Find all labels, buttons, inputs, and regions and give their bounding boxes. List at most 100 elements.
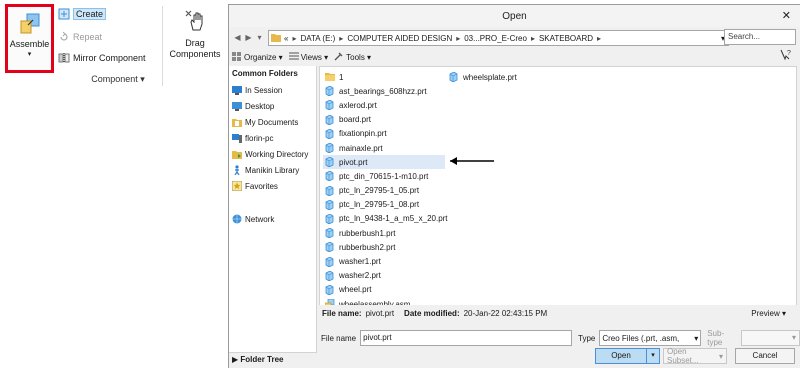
folder-tree-toggle[interactable]: ▶ Folder Tree xyxy=(229,352,317,366)
tools-label: Tools ▾ xyxy=(346,52,372,62)
file-name: rubberbush2.prt xyxy=(339,242,396,252)
file-name-label: File name xyxy=(321,333,357,343)
subtype-select[interactable]: ▾ xyxy=(741,330,800,346)
breadcrumb-overflow[interactable]: « xyxy=(284,34,288,43)
file-list-item[interactable]: pivot.prt xyxy=(323,155,445,170)
file-list-column-1: 1 ast_bearings_608hzz.prt axlerod.prt board… xyxy=(323,70,448,311)
info-file-name-value: pivot.prt xyxy=(365,308,395,318)
file-list-item[interactable]: 1 xyxy=(323,70,448,84)
file-name-input[interactable]: pivot.prt xyxy=(360,330,573,346)
star-icon xyxy=(231,180,243,192)
breadcrumb-drive[interactable]: DATA (E:) xyxy=(300,34,335,43)
info-date-label: Date modified: xyxy=(404,308,460,318)
file-name: wheel.prt xyxy=(339,285,372,295)
folder-working-directory[interactable]: Working Directory xyxy=(229,146,316,162)
part-icon xyxy=(325,241,334,253)
file-list-item[interactable]: axlerod.prt xyxy=(323,98,448,112)
type-label: Type xyxy=(578,333,596,343)
close-icon[interactable]: ✕ xyxy=(782,9,791,22)
drag-components-button[interactable]: Drag Components xyxy=(166,8,224,60)
component-group-label[interactable]: Component ▾ xyxy=(58,74,178,85)
info-date-value: 20-Jan-22 02:43:15 PM xyxy=(463,308,548,318)
file-list-item[interactable]: ptc_ln_29795-1_05.prt xyxy=(323,184,448,198)
folder-favorites[interactable]: Favorites xyxy=(229,178,316,194)
search-input[interactable]: Search... xyxy=(724,29,796,45)
folder-in-session[interactable]: In Session xyxy=(229,82,316,98)
forward-arrow-icon[interactable]: ▶ xyxy=(243,31,254,45)
file-name: pivot.prt xyxy=(339,157,368,167)
breadcrumb-folder-cad[interactable]: COMPUTER AIDED DESIGN xyxy=(347,34,452,43)
context-help-icon[interactable]: ? xyxy=(780,49,792,64)
file-name: 1 xyxy=(339,72,344,82)
drag-label-line2: Components xyxy=(169,49,221,59)
breadcrumb-folder-skateboard[interactable]: SKATEBOARD xyxy=(539,34,593,43)
tools-menu[interactable]: Tools ▾ xyxy=(334,52,371,63)
organize-menu[interactable]: Organize ▾ xyxy=(232,51,283,63)
part-icon xyxy=(325,213,334,225)
drag-label-line1: Drag xyxy=(185,38,205,48)
organize-icon xyxy=(232,51,242,63)
common-folders-pane: Common Folders In Session Desktop My Doc… xyxy=(229,66,317,366)
network-icon xyxy=(232,214,242,224)
annotation-arrow-icon xyxy=(450,157,494,165)
file-list-item[interactable]: ptc_ln_29795-1_08.prt xyxy=(323,198,448,212)
file-name: ptc_ln_9438-1_a_m5_x_20.prt xyxy=(339,214,448,224)
folder-my-documents[interactable]: My Documents xyxy=(229,114,316,130)
drag-hand-icon xyxy=(182,8,208,35)
open-dropdown-button[interactable]: ▾ xyxy=(647,348,660,364)
file-name: washer2.prt xyxy=(339,271,381,281)
file-list-item[interactable]: mainaxle.prt xyxy=(323,141,448,155)
file-list-item[interactable]: ptc_din_70615-1-m10.prt xyxy=(323,169,448,183)
breadcrumb-folder-creo[interactable]: 03...PRO_E-Creo xyxy=(464,34,527,43)
folder-icon xyxy=(325,72,335,82)
folder-desktop[interactable]: Desktop xyxy=(229,98,316,114)
mirror-component-button[interactable]: Mirror Component xyxy=(58,52,146,64)
open-button[interactable]: Open xyxy=(595,348,647,364)
file-list-item[interactable]: ptc_ln_9438-1_a_m5_x_20.prt xyxy=(323,212,448,226)
type-row: Type Creo Files (.prt, .asm, ▾ Sub-type … xyxy=(578,329,800,347)
address-bar: ◀ ▶ ▾ « ▸ DATA (E:) ▸ COMPUTER AIDED DES… xyxy=(232,29,746,47)
file-name: ast_bearings_608hzz.prt xyxy=(339,86,427,96)
part-icon xyxy=(325,128,334,140)
repeat-label: Repeat xyxy=(73,32,103,42)
file-list-item[interactable]: board.prt xyxy=(323,113,448,127)
recent-dropdown-icon[interactable]: ▾ xyxy=(254,31,265,45)
folder-icon xyxy=(271,33,281,44)
file-list-item[interactable]: wheel.prt xyxy=(323,283,448,297)
folder-manikin-library[interactable]: Manikin Library xyxy=(229,162,316,178)
create-icon xyxy=(58,8,70,20)
file-info-bar: File name: pivot.prt Date modified: 20-J… xyxy=(319,305,797,321)
create-button[interactable]: Create xyxy=(58,8,107,20)
info-file-name-label: File name: xyxy=(322,308,362,318)
file-list-item[interactable]: washer1.prt xyxy=(323,254,448,268)
file-list-item[interactable]: rubberbush2.prt xyxy=(323,240,448,254)
cancel-button[interactable]: Cancel xyxy=(735,348,795,364)
file-name-row: File name pivot.prt xyxy=(321,330,573,346)
mirror-label: Mirror Component xyxy=(73,53,146,63)
file-list-item[interactable]: fixationpin.prt xyxy=(323,127,448,141)
dialog-title: Open xyxy=(502,10,527,22)
back-arrow-icon[interactable]: ◀ xyxy=(232,31,243,45)
open-subset-button[interactable]: Open Subset... ▾ xyxy=(663,347,727,365)
file-list-item[interactable]: wheelsplate.prt xyxy=(447,70,517,84)
folder-florin-pc[interactable]: florin-pc xyxy=(229,130,316,146)
folder-network[interactable]: Network xyxy=(229,211,316,227)
repeat-button[interactable]: Repeat xyxy=(58,31,102,43)
file-list-item[interactable]: ast_bearings_608hzz.prt xyxy=(323,84,448,98)
tools-icon xyxy=(334,52,344,63)
manikin-icon xyxy=(232,165,242,176)
file-list: 1 ast_bearings_608hzz.prt axlerod.prt board… xyxy=(319,66,797,310)
part-icon xyxy=(325,114,334,126)
assemble-button[interactable]: Assemble ▾ xyxy=(5,4,54,73)
preview-toggle[interactable]: Preview ▾ xyxy=(751,309,786,318)
file-name: ptc_din_70615-1-m10.prt xyxy=(339,171,429,181)
type-select[interactable]: Creo Files (.prt, .asm, ▾ xyxy=(599,330,702,346)
monitor-icon xyxy=(232,85,242,95)
desktop-icon xyxy=(232,101,242,111)
create-label: Create xyxy=(73,8,107,20)
path-breadcrumb[interactable]: « ▸ DATA (E:) ▸ COMPUTER AIDED DESIGN ▸ … xyxy=(268,30,729,46)
file-list-item[interactable]: washer2.prt xyxy=(323,269,448,283)
common-folders-header: Common Folders xyxy=(232,69,298,78)
views-menu[interactable]: Views ▾ xyxy=(288,52,328,63)
file-list-item[interactable]: rubberbush1.prt xyxy=(323,226,448,240)
